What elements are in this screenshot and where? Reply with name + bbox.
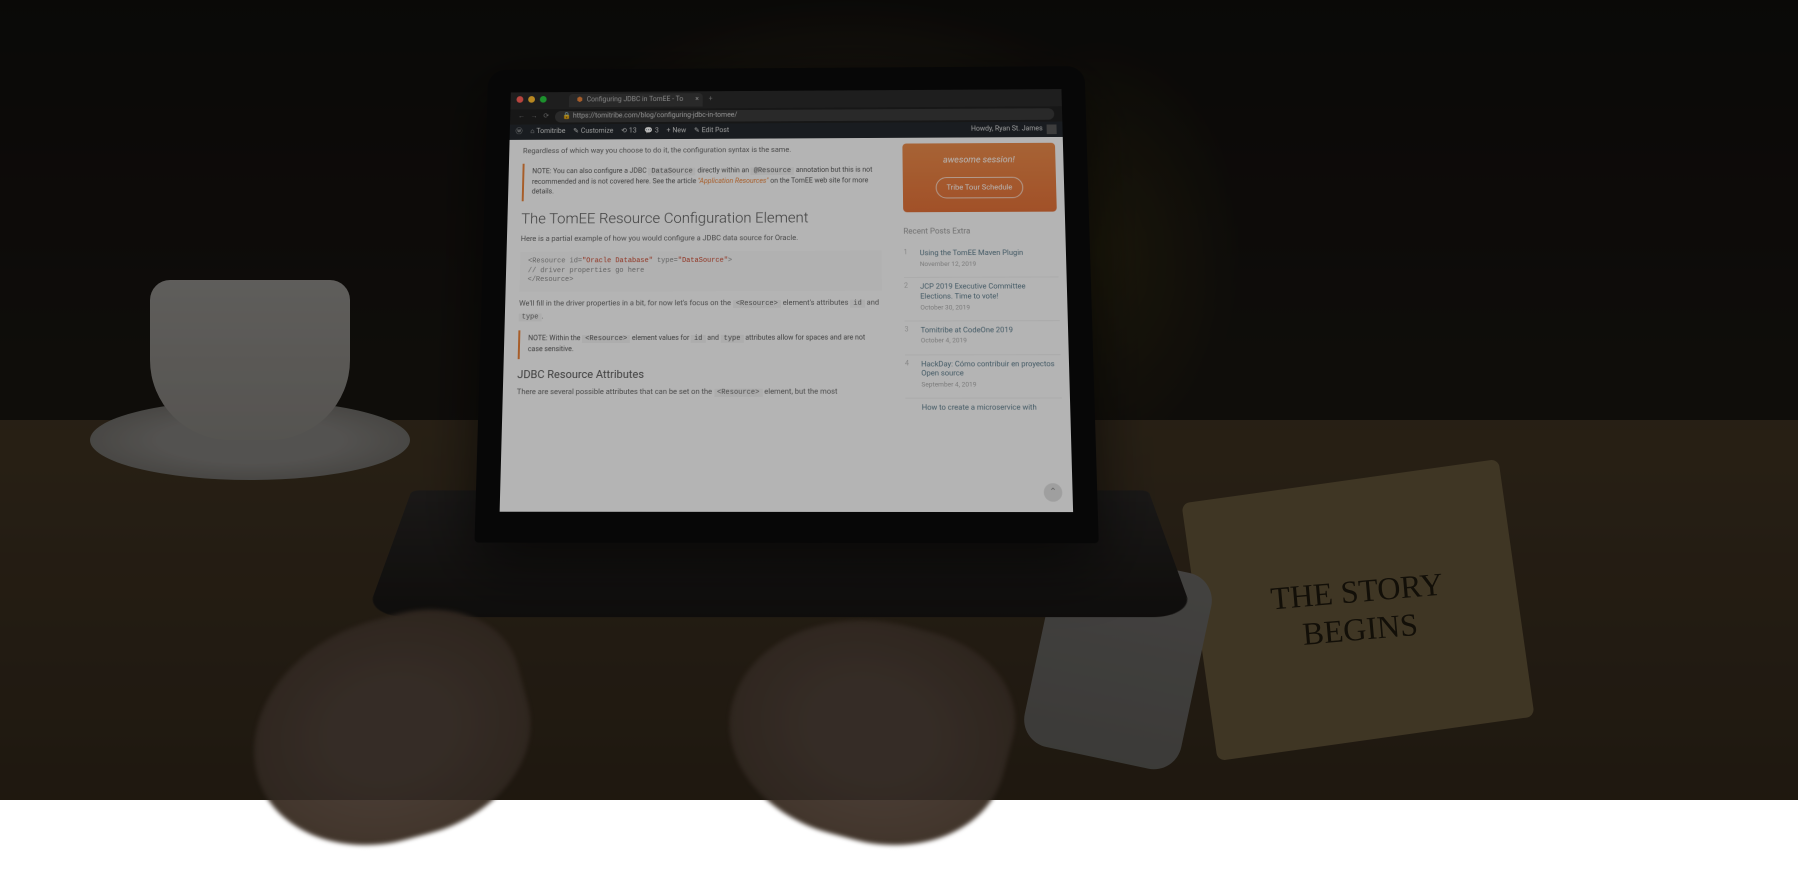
wp-site-link[interactable]: ⌂ Tomitribe: [530, 127, 565, 137]
wp-howdy[interactable]: Howdy, Ryan St. James: [971, 125, 1043, 135]
url-text: https://tomitribe.com/blog/configuring-j…: [573, 111, 737, 120]
wp-customize-link[interactable]: ✎ Customize: [573, 127, 613, 137]
scroll-top-button[interactable]: ⌃: [1044, 483, 1063, 502]
promo-box: awesome session! Tribe Tour Schedule: [902, 143, 1056, 213]
recent-posts-list: 1 Using the TomEE Maven Plugin November …: [904, 244, 1063, 421]
code-block-resource: <Resource id="Oracle Database" type="Dat…: [519, 250, 882, 292]
promo-button[interactable]: Tribe Tour Schedule: [935, 176, 1023, 198]
promo-title: awesome session!: [912, 154, 1045, 167]
list-item[interactable]: 2 JCP 2019 Executive Committee Elections…: [904, 278, 1060, 322]
code-datasource: DataSource: [648, 168, 695, 176]
note-block-1: NOTE: You can also configure a JDBC Data…: [522, 162, 881, 201]
close-window-icon[interactable]: [516, 96, 523, 103]
code-resource-anno: @Resource: [751, 167, 794, 175]
url-input[interactable]: 🔒 https://tomitribe.com/blog/configuring…: [555, 108, 1055, 122]
tab-title: Configuring JDBC in TomEE - To: [587, 95, 684, 105]
minimize-window-icon[interactable]: [528, 96, 535, 103]
wp-comments-link[interactable]: 💬 3: [644, 127, 658, 136]
laptop-screen-frame: ⬢ Configuring JDBC in TomEE - To × + ← →…: [474, 66, 1098, 543]
reload-button[interactable]: ⟳: [543, 112, 549, 121]
tab-favicon: ⬢: [577, 96, 583, 105]
coffee-cup: [120, 280, 380, 480]
avatar[interactable]: [1047, 124, 1057, 134]
home-icon: ⌂: [530, 127, 534, 136]
chevron-up-icon: ⌃: [1049, 486, 1057, 499]
maximize-window-icon[interactable]: [540, 96, 547, 103]
page-body: Regardless of which way you choose to do…: [500, 137, 1073, 512]
pencil-icon: ✎: [694, 127, 700, 136]
screen-viewport: ⬢ Configuring JDBC in TomEE - To × + ← →…: [500, 89, 1073, 512]
heading-resource-config: The TomEE Resource Configuration Element: [521, 207, 881, 229]
sidebar: awesome session! Tribe Tour Schedule Rec…: [894, 137, 1073, 512]
brush-icon: ✎: [573, 127, 579, 136]
list-item[interactable]: 1 Using the TomEE Maven Plugin November …: [904, 244, 1059, 278]
wp-logo-icon[interactable]: ⓦ: [516, 128, 523, 137]
wp-updates-link[interactable]: ⟲ 13: [621, 127, 637, 136]
list-item[interactable]: How to create a microservice with: [905, 399, 1062, 421]
comment-icon: 💬: [644, 127, 653, 136]
paragraph-attrs: There are several possible attributes th…: [517, 386, 883, 399]
app-resources-link[interactable]: "Application Resources": [698, 177, 769, 185]
notebook: THE STORY BEGINS: [1181, 459, 1534, 761]
article-content: Regardless of which way you choose to do…: [500, 138, 899, 512]
h2-subtitle: Here is a partial example of how you wou…: [521, 231, 882, 243]
wp-new-link[interactable]: + New: [667, 127, 687, 136]
laptop: ⬢ Configuring JDBC in TomEE - To × + ← →…: [430, 60, 1130, 760]
browser-tab[interactable]: ⬢ Configuring JDBC in TomEE - To ×: [569, 93, 703, 107]
forward-button[interactable]: →: [531, 112, 538, 121]
wp-edit-post-link[interactable]: ✎ Edit Post: [694, 126, 729, 136]
tab-close-icon[interactable]: ×: [695, 95, 699, 104]
refresh-icon: ⟲: [621, 127, 627, 136]
intro-paragraph: Regardless of which way you choose to do…: [523, 144, 881, 157]
back-button[interactable]: ←: [518, 112, 525, 121]
plus-icon: +: [667, 127, 671, 136]
list-item[interactable]: 3 Tomitribe at CodeOne 2019 October 4, 2…: [904, 321, 1060, 355]
paragraph-fill-in: We'll fill in the driver properties in a…: [519, 297, 883, 323]
window-controls: [516, 96, 546, 103]
list-item[interactable]: 4 HackDay: Cómo contribuir en proyectos …: [905, 355, 1062, 399]
lock-icon: 🔒: [563, 112, 572, 120]
heading-jdbc-attrs: JDBC Resource Attributes: [517, 366, 883, 382]
note-block-2: NOTE: Within the <Resource> element valu…: [518, 330, 883, 359]
new-tab-button[interactable]: +: [709, 95, 713, 104]
recent-posts-title: Recent Posts Extra: [903, 225, 1057, 237]
